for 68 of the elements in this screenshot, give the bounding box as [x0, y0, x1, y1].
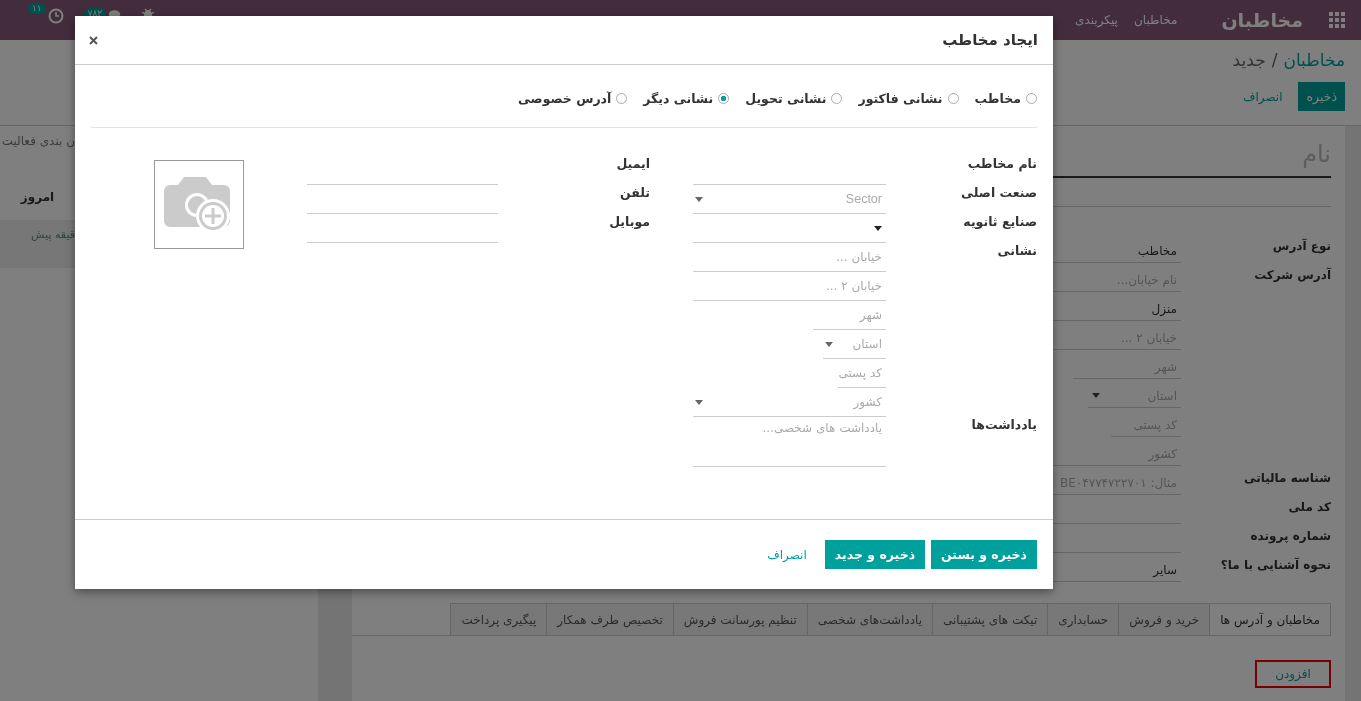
radio-option[interactable]: آدرس خصوصی — [517, 90, 628, 106]
radio-option[interactable]: مخاطب — [974, 90, 1037, 106]
dropdown-field[interactable]: کشور — [693, 388, 886, 417]
breadcrumb-link[interactable]: مخاطبان — [1283, 50, 1345, 70]
field-label: صنایع ثانویه — [963, 214, 1037, 229]
message-time: قیقه پیش — [30, 228, 75, 241]
tab[interactable]: تنظیم پورسانت فروش — [672, 603, 808, 635]
date-separator: امروز — [19, 190, 56, 204]
tab[interactable]: خرید و فروش — [1118, 603, 1211, 635]
tab[interactable]: پیگیری پرداخت — [450, 603, 548, 635]
dialog-title: ایجاد مخاطب — [942, 31, 1038, 49]
tab[interactable]: یادداشت‌های شخصی — [806, 603, 933, 635]
image-upload[interactable] — [154, 160, 244, 249]
schedule-activity-link[interactable]: ن بندی فعالیت — [0, 134, 75, 168]
app-title: مخاطبان — [1221, 9, 1303, 31]
input-field[interactable]: خیابان ... — [693, 243, 886, 272]
radio-button[interactable] — [947, 92, 959, 104]
caret-icon — [825, 341, 833, 347]
input-field[interactable]: شهر — [813, 301, 886, 330]
caret-icon — [874, 225, 882, 231]
radio-button[interactable] — [831, 92, 843, 104]
add-line-button[interactable]: افزودن — [1255, 660, 1331, 688]
breadcrumb-separator: / — [1271, 50, 1278, 70]
tab[interactable]: تیکت های پشتیبانی — [932, 603, 1049, 635]
field-label: شناسه مالیاتی — [1244, 471, 1331, 485]
caret-icon — [695, 196, 703, 202]
tab[interactable]: حسابداری — [1047, 603, 1120, 635]
caret-icon — [695, 399, 703, 405]
activity-button[interactable]: ۱۱ — [28, 3, 64, 24]
apps-menu-icon[interactable] — [1329, 12, 1345, 28]
radio-option[interactable]: نشانی تحویل — [745, 90, 843, 106]
notes-field[interactable]: یادداشت های شخصی... — [693, 417, 886, 467]
dropdown-field[interactable]: استان — [823, 330, 886, 359]
activity-count: ۱۱ — [28, 3, 46, 14]
dropdown-field[interactable]: Sector — [693, 185, 886, 214]
input-field[interactable]: خیابان ۲ ... — [693, 272, 886, 301]
radio-button[interactable] — [616, 92, 628, 104]
breadcrumb-current: جدید — [1232, 50, 1266, 70]
close-icon — [89, 35, 98, 45]
clock-icon — [47, 8, 64, 24]
save-button[interactable]: ذخیره — [1298, 82, 1345, 111]
field-label: تلفن — [619, 185, 650, 200]
field-label: کد ملی — [1288, 500, 1331, 514]
radio-option[interactable]: نشانی دیگر — [643, 90, 730, 106]
radio-button[interactable] — [1026, 92, 1037, 104]
field-label: صنعت اصلی — [961, 185, 1037, 200]
radio-button[interactable] — [718, 92, 730, 104]
input-field[interactable]: کد پستی — [838, 359, 886, 388]
field-label: ایمیل — [616, 156, 650, 171]
radio-option[interactable]: نشانی فاکتور — [858, 90, 959, 106]
tab[interactable]: تخصیص طرف همکار — [546, 603, 674, 635]
dialog-button[interactable]: ذخیره و جدید — [824, 540, 926, 569]
field-label: آدرس شرکت — [1254, 268, 1331, 282]
scrollbar[interactable] — [1345, 126, 1361, 701]
menu-item[interactable]: پیکربندی — [1075, 13, 1118, 27]
field-label: شماره پرونده — [1250, 529, 1331, 543]
field-label: نشانی — [997, 243, 1037, 258]
discard-button[interactable]: انصراف — [1237, 89, 1289, 104]
dialog-button[interactable]: ذخیره و بستن — [931, 540, 1037, 569]
field-label: نام مخاطب — [967, 156, 1037, 171]
field-label: نحوه آشنایی با ما؟ — [1220, 558, 1331, 572]
field-label: یادداشت‌ها — [971, 417, 1037, 432]
field-label: موبایل — [609, 214, 650, 229]
cancel-button[interactable]: انصراف — [761, 547, 813, 562]
field-label: نوع آدرس — [1272, 239, 1331, 253]
caret-icon — [1092, 393, 1100, 398]
menu-item[interactable]: مخاطبان — [1133, 13, 1178, 27]
tab[interactable]: مخاطبان و آدرس ها — [1209, 603, 1331, 635]
